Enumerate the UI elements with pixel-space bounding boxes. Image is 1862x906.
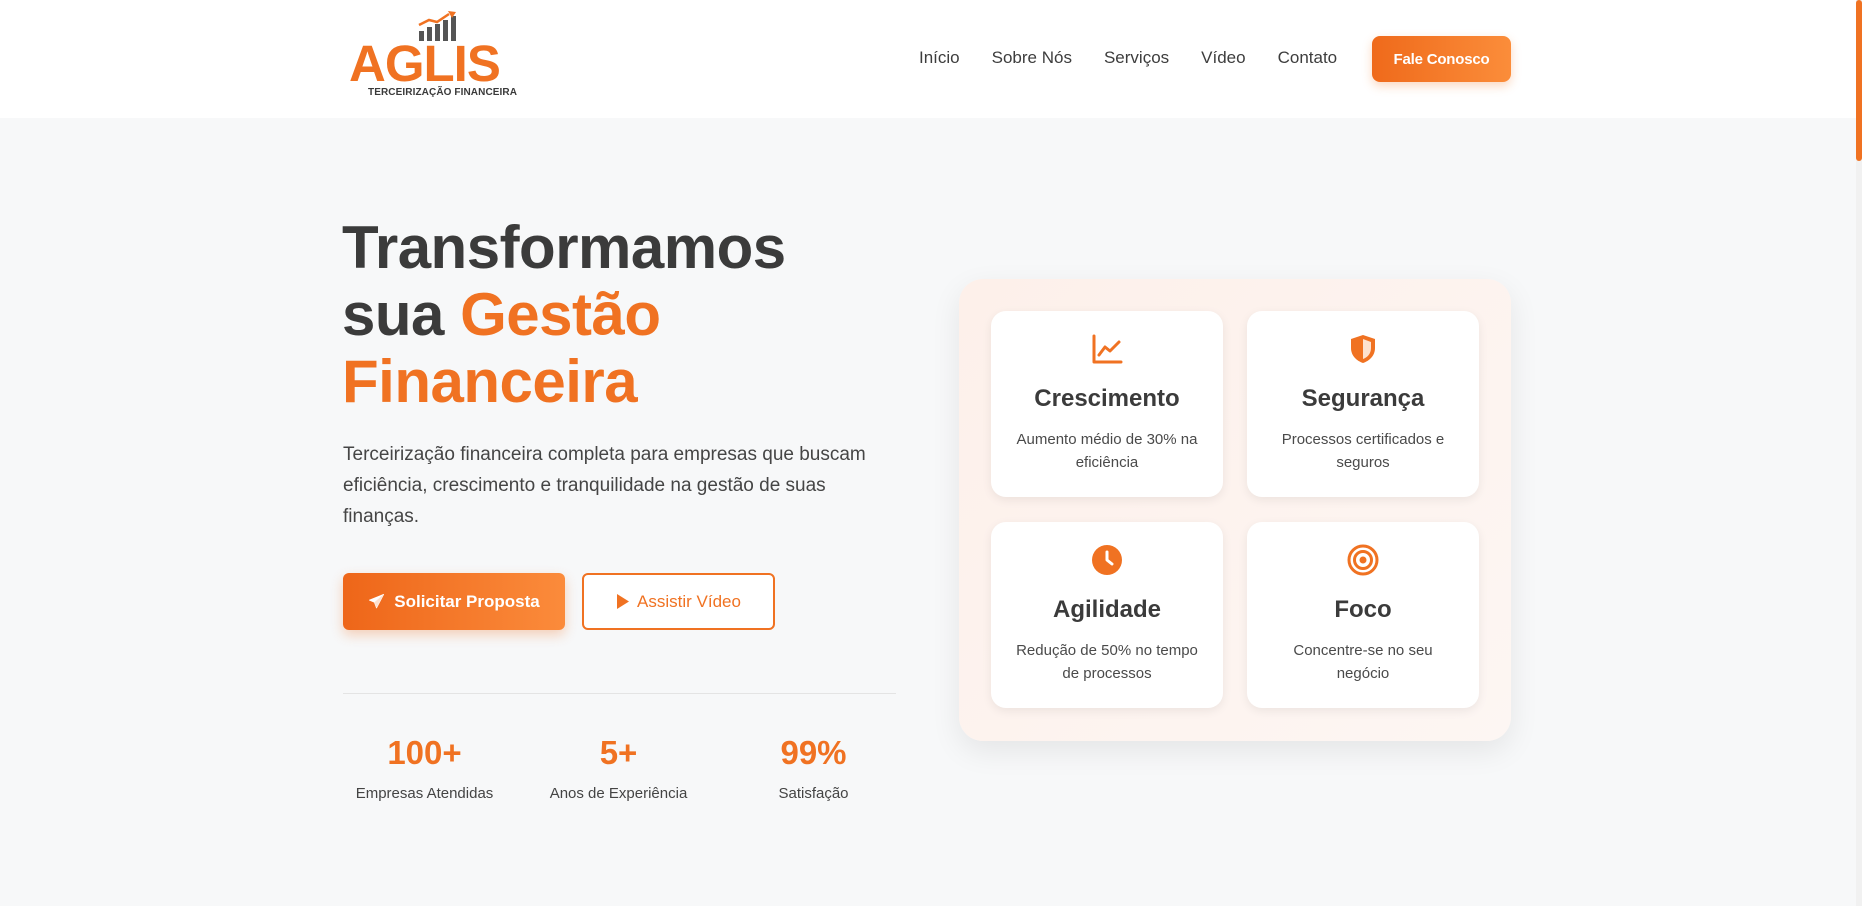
page-scrollbar[interactable]	[1856, 0, 1862, 906]
feature-text: Processos certificados e seguros	[1281, 431, 1445, 471]
feature-title: Foco	[1334, 596, 1392, 623]
feature-text: Aumento médio de 30% na eficiência	[1016, 431, 1198, 471]
feature-card-agilidade: Agilidade Redução de 50% no tempo de pro…	[991, 522, 1223, 708]
stat-anos: 5+ Anos de Experiência	[521, 733, 716, 802]
chart-line-icon	[1092, 334, 1123, 364]
nav-link-servicos[interactable]: Serviços	[1104, 48, 1169, 68]
nav-link-contato[interactable]: Contato	[1278, 48, 1338, 68]
main-nav: Início Sobre Nós Serviços Vídeo Contato	[919, 48, 1337, 68]
hero-title-accent-2: Financeira	[342, 348, 638, 415]
hero-title-plain: sua	[342, 281, 444, 348]
stat-label: Anos de Experiência	[549, 785, 688, 802]
feature-title: Crescimento	[1034, 385, 1180, 412]
feature-title: Agilidade	[1052, 596, 1161, 623]
feature-title: Segurança	[1301, 385, 1425, 412]
assistir-video-label: Assistir Vídeo	[637, 591, 741, 611]
nav-link-video[interactable]: Vídeo	[1201, 48, 1245, 68]
solicitar-proposta-button[interactable]: Solicitar Proposta	[343, 573, 565, 630]
play-icon	[617, 594, 630, 609]
feature-text: Concentre-se no seu negócio	[1293, 642, 1433, 682]
feature-text: Redução de 50% no tempo de processos	[1016, 642, 1198, 682]
site-header: AGLIS TERCEIRIZAÇÃO FINANCEIRA Início So…	[0, 0, 1862, 118]
stat-value: 100+	[387, 734, 462, 771]
nav-link-inicio[interactable]: Início	[919, 48, 960, 68]
stat-satisfacao: 99% Satisfação	[716, 733, 911, 802]
stats-divider	[343, 693, 896, 694]
hero-title-accent-1: Gestão	[460, 281, 661, 348]
shield-icon	[1351, 335, 1375, 363]
hero-title: Transformamos sua Gestão Financeira	[342, 214, 786, 415]
paper-plane-icon	[369, 593, 385, 609]
stat-value: 99%	[780, 734, 847, 771]
hero-title-line1: Transformamos	[342, 214, 786, 281]
feature-card-crescimento: Crescimento Aumento médio de 30% na efic…	[991, 311, 1223, 497]
features-panel: Crescimento Aumento médio de 30% na efic…	[959, 279, 1511, 741]
target-icon	[1347, 544, 1379, 576]
scrollbar-thumb[interactable]	[1856, 0, 1862, 161]
nav-link-sobre-nos[interactable]: Sobre Nós	[992, 48, 1072, 68]
stat-label: Satisfação	[778, 785, 849, 802]
solicitar-proposta-label: Solicitar Proposta	[394, 591, 540, 611]
stat-label: Empresas Atendidas	[355, 785, 494, 802]
fale-conosco-button[interactable]: Fale Conosco	[1372, 36, 1511, 82]
feature-card-foco: Foco Concentre-se no seu negócio	[1247, 522, 1479, 708]
hero-description: Terceirização financeira completa para e…	[343, 444, 866, 527]
stat-empresas: 100+ Empresas Atendidas	[327, 733, 522, 802]
brand-logo[interactable]: AGLIS TERCEIRIZAÇÃO FINANCEIRA	[341, 5, 517, 108]
assistir-video-button[interactable]: Assistir Vídeo	[582, 573, 775, 630]
feature-card-seguranca: Segurança Processos certificados e segur…	[1247, 311, 1479, 497]
logo-wordmark: AGLIS	[349, 35, 501, 92]
logo-tagline: TERCEIRIZAÇÃO FINANCEIRA	[368, 87, 518, 98]
clock-icon	[1092, 545, 1122, 575]
stat-value: 5+	[599, 734, 638, 771]
